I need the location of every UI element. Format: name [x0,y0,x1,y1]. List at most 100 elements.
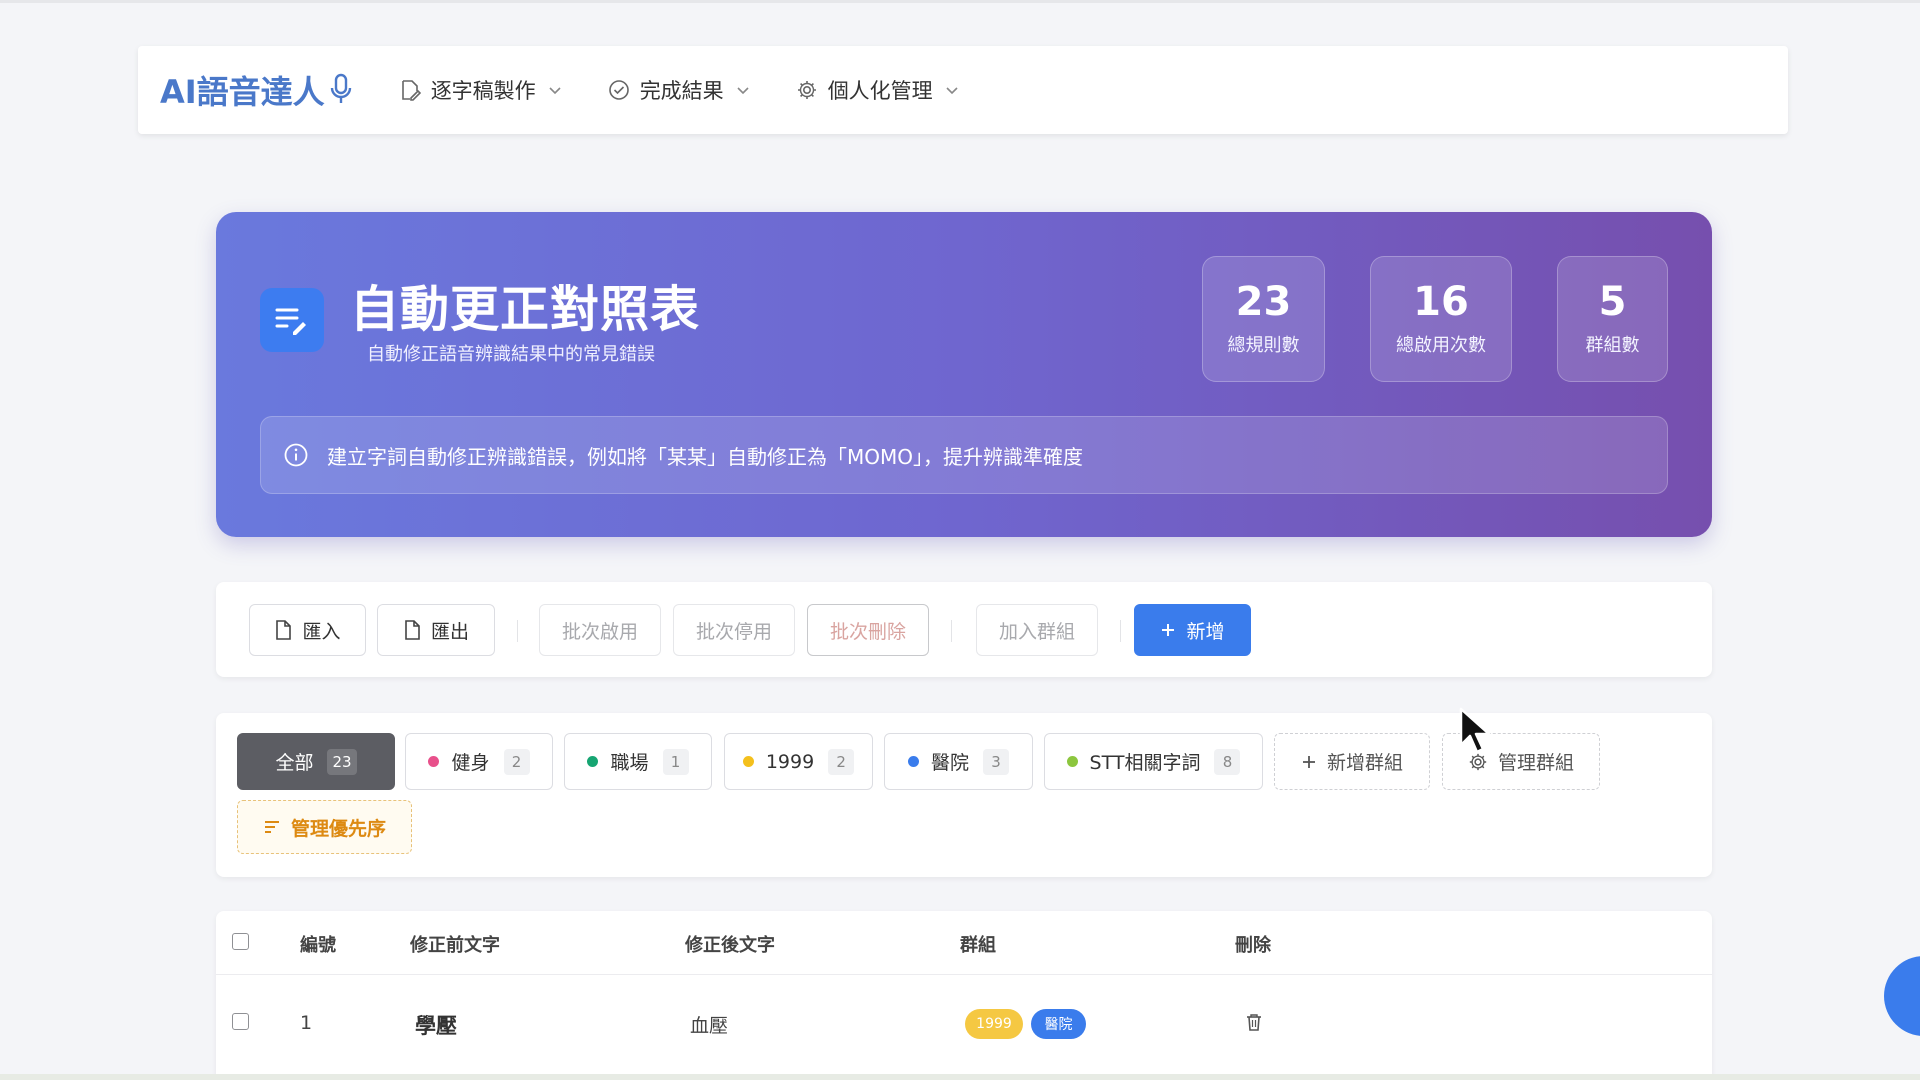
filter-group-stt[interactable]: STT相關字詞 8 [1044,733,1263,790]
nav-transcript-label: 逐字稿製作 [430,79,536,103]
batch-delete-label: 批次刪除 [829,620,906,643]
filter-label: STT相關字詞 [1089,752,1201,774]
check-circle-icon [608,79,630,101]
cell-before-text: 學壓 [415,1014,457,1038]
filter-count: 8 [1214,748,1241,775]
import-button[interactable]: 匯入 [249,604,366,656]
stat-total-uses: 16 總啟用次數 [1370,256,1512,382]
mouse-cursor-icon [1458,707,1494,761]
file-icon [274,620,292,640]
group-color-dot [428,756,440,767]
add-to-group-button[interactable]: 加入群組 [976,604,1098,656]
brand-name: AI語音達人 [160,73,325,111]
filter-label: 職場 [610,752,649,774]
add-group-label: 新增群組 [1326,752,1403,774]
cell-id: 1 [300,1012,313,1034]
chevron-down-icon [736,85,750,95]
filter-count: 2 [828,748,855,775]
col-header-before: 修正前文字 [410,935,500,956]
manage-priority-button[interactable]: 管理優先序 [237,800,412,854]
toolbar-divider [517,620,518,642]
bottom-border [0,1074,1920,1080]
info-banner: 建立字詞自動修正辨識錯誤，例如將「某某」自動修正為「MOMO」，提升辨識準確度 [260,416,1668,494]
rules-table: 編號 修正前文字 修正後文字 群組 刪除 1 學壓 血壓 1999 醫院 [216,911,1712,1079]
nav-results[interactable]: 完成結果 [608,75,750,105]
top-navbar: AI語音達人 逐字稿製作 完成結果 個人化管理 [138,46,1788,134]
toolbar-divider [951,620,952,642]
col-header-after: 修正後文字 [685,935,775,956]
filter-count: 1 [662,748,689,775]
filter-count: 23 [327,748,357,775]
microphone-icon [330,73,351,103]
col-header-delete: 刪除 [1235,935,1271,956]
nav-results-label: 完成結果 [639,79,724,103]
stat-value: 5 [1598,279,1627,325]
row-checkbox[interactable] [232,1013,249,1030]
select-all-checkbox[interactable] [232,933,249,950]
group-tag: 1999 [965,1009,1023,1039]
cell-after-text: 血壓 [690,1015,729,1037]
import-label: 匯入 [302,620,341,643]
stat-value: 23 [1235,279,1292,325]
table-header: 編號 修正前文字 修正後文字 群組 刪除 [216,911,1712,975]
batch-disable-label: 批次停用 [695,620,772,643]
filter-group-hospital[interactable]: 醫院 3 [884,733,1033,790]
toolbar-divider [1120,620,1121,642]
nav-transcript[interactable]: 逐字稿製作 [399,75,562,105]
add-to-group-label: 加入群組 [998,620,1075,643]
file-icon [403,620,421,640]
plus-icon [1160,622,1176,638]
nav-personal-label: 個人化管理 [827,79,933,103]
filter-group-workplace[interactable]: 職場 1 [564,733,712,790]
filter-count: 2 [503,748,530,775]
info-text: 建立字詞自動修正辨識錯誤，例如將「某某」自動修正為「MOMO」，提升辨識準確度 [327,444,1083,469]
info-icon [283,442,309,468]
batch-disable-button[interactable]: 批次停用 [673,604,795,656]
stat-label: 群組數 [1585,335,1640,356]
add-rule-label: 新增 [1186,620,1225,643]
stat-label: 總規則數 [1227,335,1300,356]
batch-delete-button[interactable]: 批次刪除 [807,604,929,656]
export-button[interactable]: 匯出 [377,604,495,656]
filter-group-1999[interactable]: 1999 2 [724,733,873,790]
group-color-dot [587,756,599,767]
table-row: 1 學壓 血壓 1999 醫院 [216,975,1712,1079]
floating-action-button[interactable] [1884,956,1920,1036]
batch-enable-button[interactable]: 批次啟用 [539,604,661,656]
plus-icon [1301,754,1317,770]
add-group-button[interactable]: 新增群組 [1274,733,1430,790]
edit-file-icon [399,79,421,101]
group-color-dot [907,756,919,767]
filter-label: 醫院 [930,752,969,774]
hero-banner: 自動更正對照表 自動修正語音辨識結果中的常見錯誤 23 總規則數 16 總啟用次… [216,212,1712,537]
filter-label: 全部 [275,752,314,774]
action-toolbar: 匯入 匯出 批次啟用 批次停用 批次刪除 加入群組 新增 [216,582,1712,677]
stat-value: 16 [1413,279,1469,325]
trash-icon[interactable] [1246,1013,1262,1035]
manage-priority-label: 管理優先序 [290,817,386,840]
stat-label: 總啟用次數 [1396,335,1486,356]
filter-all[interactable]: 全部 23 [237,733,395,790]
filter-count: 3 [983,748,1009,775]
page-subtitle: 自動修正語音辨識結果中的常見錯誤 [367,344,655,365]
stat-total-rules: 23 總規則數 [1202,256,1325,382]
stat-group-count: 5 群組數 [1557,256,1668,382]
brand-logo[interactable]: AI語音達人 [160,67,353,113]
filter-group-fitness[interactable]: 健身 2 [405,733,553,790]
chevron-down-icon [548,85,562,95]
list-edit-icon [260,288,324,352]
group-tag: 醫院 [1031,1009,1086,1039]
gear-icon [796,79,818,101]
filter-label: 健身 [451,752,490,774]
sort-icon [263,819,281,835]
filter-label: 1999 [765,750,815,773]
col-header-group: 群組 [960,935,996,956]
export-label: 匯出 [430,620,469,643]
col-header-id: 編號 [300,935,336,956]
add-rule-button[interactable]: 新增 [1134,604,1251,656]
page-title: 自動更正對照表 [350,281,701,338]
nav-personal[interactable]: 個人化管理 [796,75,959,105]
chevron-down-icon [945,85,959,95]
group-color-dot [1066,756,1078,767]
batch-enable-label: 批次啟用 [561,620,638,643]
